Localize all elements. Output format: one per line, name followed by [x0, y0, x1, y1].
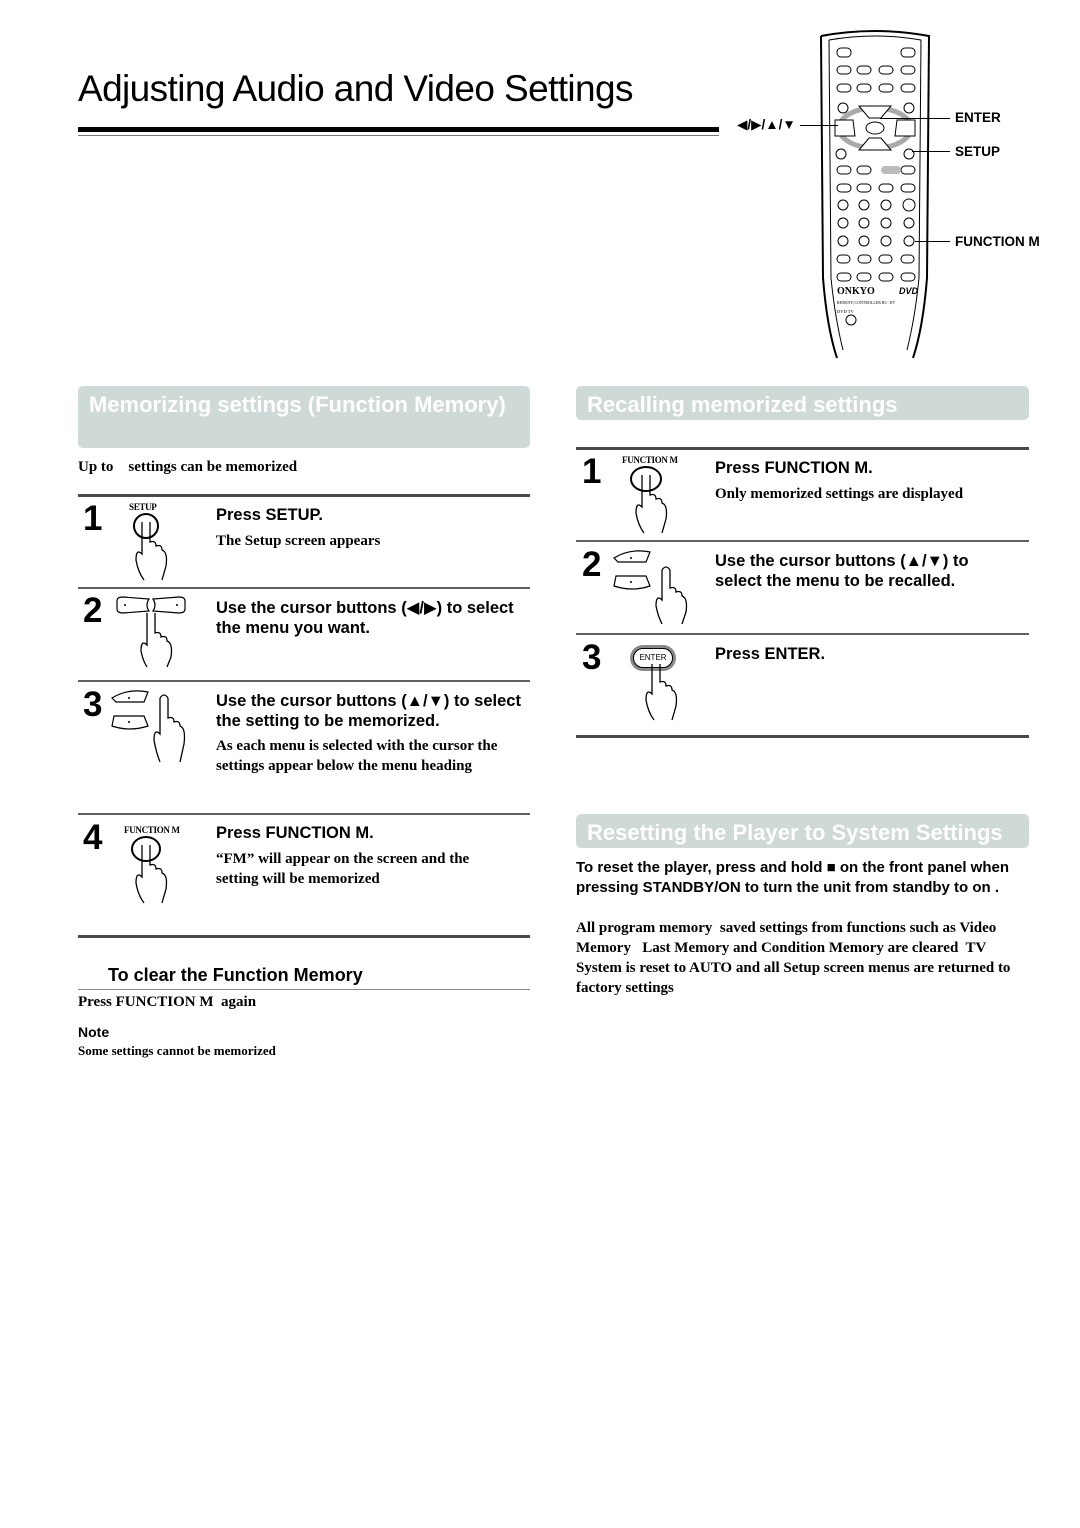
function-m-button-label: FUNCTION M [622, 455, 678, 465]
step-number: 1 [582, 452, 602, 491]
step-title: Use the cursor buttons (▲/▼) to select t… [216, 692, 521, 730]
clear-function-memory-heading: To clear the Function Memory [108, 965, 363, 985]
divider [78, 587, 530, 589]
reset-lead: To reset the player, press and hold ■ on… [576, 859, 1010, 896]
divider [576, 540, 1029, 542]
callout-line-function-m [915, 241, 950, 242]
svg-text:ONKYO: ONKYO [837, 286, 875, 297]
step-title: Use the cursor buttons (▲/▼) to select t… [715, 552, 969, 590]
hand-press-function-m-icon [131, 836, 168, 904]
callout-arrows: ◀/▶/▲/▼ [737, 117, 796, 132]
divider [78, 494, 530, 497]
step-desc: “FM” will appear on the screen and the s… [216, 851, 470, 887]
step-desc: As each menu is selected with the cursor… [216, 738, 498, 774]
svg-text:DVD TV: DVD TV [837, 309, 855, 314]
section-heading-memorizing: Memorizing settings (Function Memory) [78, 386, 530, 448]
callout-function-m: FUNCTION M [955, 234, 1040, 249]
callout-line-enter [880, 118, 950, 119]
hand-press-up-down-icon [111, 690, 186, 763]
divider [78, 813, 530, 815]
step-number: 2 [582, 545, 602, 584]
step-number: 3 [582, 638, 602, 677]
step-title: Press ENTER. [715, 645, 826, 663]
remote-illustration: ONKYO DVD REMOTE CONTROLLER RC- DV DVD T… [815, 28, 935, 360]
callout-enter: ENTER [955, 110, 1001, 125]
hand-press-left-right-icon [116, 596, 186, 667]
hand-press-setup-icon [133, 513, 168, 581]
title-rule-thin [78, 135, 719, 136]
svg-text:REMOTE CONTROLLER RC- DV: REMOTE CONTROLLER RC- DV [837, 300, 895, 305]
clear-function-memory-text: Press FUNCTION M again [78, 994, 257, 1010]
note-text: Some settings cannot be memorized [78, 1043, 276, 1058]
step-number: 4 [83, 818, 103, 857]
step-title: Press SETUP. [216, 506, 324, 524]
divider [78, 989, 530, 990]
step-desc: The Setup screen appears [216, 533, 381, 549]
divider [576, 735, 1029, 738]
step-title: Use the cursor buttons (◀/▶) to select t… [216, 599, 514, 637]
reset-body: All program memory saved settings from f… [576, 920, 1015, 996]
page-title: Adjusting Audio and Video Settings [78, 68, 634, 109]
divider [576, 633, 1029, 635]
callout-line-arrows [800, 125, 838, 126]
hand-press-function-m-icon [630, 466, 668, 534]
note-label: Note [78, 1024, 110, 1040]
step-title: Press FUNCTION M. [216, 824, 374, 842]
section-heading-recalling: Recalling memorized settings [576, 386, 1029, 420]
hand-press-up-down-icon [613, 550, 688, 624]
step-number: 3 [83, 685, 103, 724]
remote-control-icon: ONKYO DVD REMOTE CONTROLLER RC- DV DVD T… [820, 30, 931, 359]
title-rule-thick [78, 127, 719, 132]
section-heading-resetting: Resetting the Player to System Settings [576, 814, 1029, 848]
step-number: 1 [83, 499, 103, 538]
callout-setup: SETUP [955, 144, 1001, 159]
divider [78, 680, 530, 682]
svg-text:DVD: DVD [899, 286, 919, 296]
step-number: 2 [83, 591, 103, 630]
hand-press-enter-icon [645, 664, 678, 721]
setup-button-label: SETUP [129, 502, 157, 512]
step-desc: Only memorized settings are displayed [715, 486, 964, 502]
divider [576, 447, 1029, 450]
callout-line-setup [912, 151, 950, 152]
divider [78, 935, 530, 938]
memorize-intro: Up to settings can be memorized [78, 459, 298, 475]
function-m-button-label: FUNCTION M [124, 825, 180, 835]
step-title: Press FUNCTION M. [715, 459, 873, 477]
